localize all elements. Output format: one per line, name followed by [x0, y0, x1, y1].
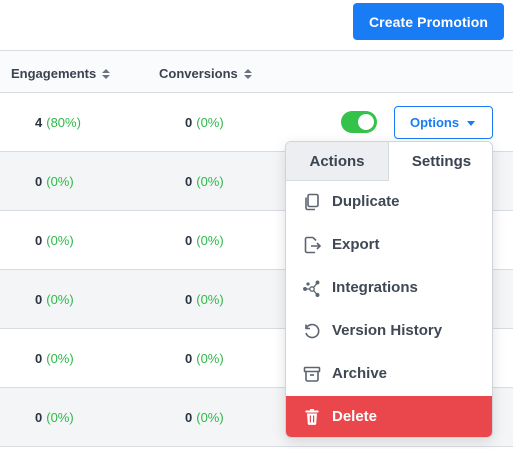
- engagements-header-label: Engagements: [11, 66, 97, 81]
- tab-actions[interactable]: Actions: [286, 142, 389, 181]
- sort-icon[interactable]: [243, 68, 252, 79]
- conversions-cell: 0 (0%): [185, 351, 224, 366]
- options-dropdown-button[interactable]: Options: [394, 106, 493, 139]
- conversions-percent: (0%): [196, 410, 224, 425]
- conversions-percent: (0%): [196, 351, 224, 366]
- conversions-count: 0: [185, 233, 193, 248]
- toolbar: Create Promotion: [0, 0, 513, 50]
- caret-down-icon: [467, 121, 475, 126]
- engagements-percent: (0%): [46, 351, 74, 366]
- conversions-cell: 0 (0%): [185, 233, 224, 248]
- status-toggle[interactable]: [341, 111, 377, 133]
- conversions-cell: 0 (0%): [185, 292, 224, 307]
- export-icon: [303, 236, 322, 254]
- menu-item-label: Version History: [332, 322, 443, 339]
- engagements-count: 0: [35, 174, 43, 189]
- engagements-percent: (0%): [46, 174, 74, 189]
- conversions-header-label: Conversions: [159, 66, 238, 81]
- archive-icon: [303, 365, 321, 383]
- engagements-percent: (0%): [46, 292, 74, 307]
- duplicate-icon: [303, 193, 321, 211]
- menu-item-archive[interactable]: Archive: [286, 353, 492, 396]
- tab-settings[interactable]: Settings: [389, 142, 492, 181]
- create-promotion-button[interactable]: Create Promotion: [353, 3, 504, 40]
- conversions-percent: (0%): [196, 115, 224, 130]
- conversions-column-header[interactable]: Conversions: [159, 66, 252, 81]
- conversions-count: 0: [185, 115, 193, 130]
- conversions-count: 0: [185, 351, 193, 366]
- engagements-cell: 4 (80%): [35, 115, 81, 130]
- conversions-count: 0: [185, 410, 193, 425]
- options-label: Options: [410, 115, 460, 130]
- engagements-cell: 0 (0%): [35, 351, 74, 366]
- engagements-cell: 0 (0%): [35, 410, 74, 425]
- conversions-count: 0: [185, 174, 193, 189]
- conversions-cell: 0 (0%): [185, 115, 224, 130]
- menu-item-label: Delete: [332, 408, 378, 425]
- engagements-count: 0: [35, 292, 43, 307]
- menu-item-label: Duplicate: [332, 193, 400, 210]
- engagements-percent: (0%): [46, 233, 74, 248]
- engagements-percent: (0%): [46, 410, 74, 425]
- engagements-count: 4: [35, 115, 43, 130]
- engagements-cell: 0 (0%): [35, 174, 74, 189]
- menu-item-label: Export: [332, 236, 380, 253]
- engagements-column-header[interactable]: Engagements: [11, 66, 111, 81]
- engagements-count: 0: [35, 351, 43, 366]
- trash-icon: [303, 408, 321, 426]
- conversions-count: 0: [185, 292, 193, 307]
- engagements-cell: 0 (0%): [35, 292, 74, 307]
- menu-item-version-history[interactable]: Version History: [286, 310, 492, 353]
- version-history-icon: [303, 322, 321, 340]
- options-dropdown-menu: Actions Settings Duplicate Export Integr…: [285, 141, 493, 438]
- menu-item-duplicate[interactable]: Duplicate: [286, 181, 492, 224]
- sort-icon[interactable]: [102, 68, 111, 79]
- toggle-knob: [358, 114, 374, 130]
- conversions-percent: (0%): [196, 292, 224, 307]
- menu-item-delete[interactable]: Delete: [286, 396, 492, 437]
- engagements-percent: (80%): [46, 115, 81, 130]
- dropdown-tabs: Actions Settings: [286, 142, 492, 181]
- table-header: Engagements Conversions: [0, 50, 513, 93]
- conversions-cell: 0 (0%): [185, 410, 224, 425]
- menu-item-label: Archive: [332, 365, 388, 382]
- conversions-percent: (0%): [196, 174, 224, 189]
- engagements-count: 0: [35, 410, 43, 425]
- engagements-count: 0: [35, 233, 43, 248]
- conversions-cell: 0 (0%): [185, 174, 224, 189]
- menu-item-export[interactable]: Export: [286, 224, 492, 267]
- menu-item-integrations[interactable]: Integrations: [286, 267, 492, 310]
- integrations-icon: [303, 279, 321, 297]
- menu-item-label: Integrations: [332, 279, 418, 296]
- engagements-cell: 0 (0%): [35, 233, 74, 248]
- conversions-percent: (0%): [196, 233, 224, 248]
